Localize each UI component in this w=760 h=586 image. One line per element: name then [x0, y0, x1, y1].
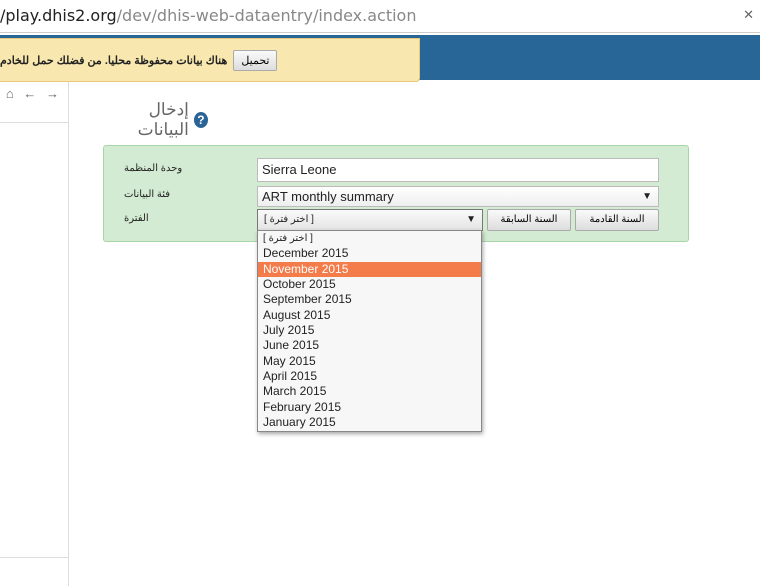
period-option[interactable]: October 2015	[258, 277, 481, 292]
period-option[interactable]: July 2015	[258, 323, 481, 338]
period-option[interactable]: August 2015	[258, 308, 481, 323]
url-path: /dev/dhis-web-dataentry/index.action	[116, 6, 417, 25]
period-option[interactable]: June 2015	[258, 338, 481, 353]
period-label: الفترة	[124, 213, 149, 224]
dataset-select[interactable]: ART monthly summary ▼	[257, 186, 659, 207]
period-value: [ اختر فترة ]	[264, 214, 314, 225]
period-option[interactable]: [ اختر فترة ]	[258, 231, 481, 246]
nav-icons[interactable]: ⌂ ← →	[6, 86, 62, 101]
next-year-button[interactable]: السنة القادمة	[575, 209, 659, 231]
divider	[0, 557, 68, 558]
period-option[interactable]: April 2015	[258, 369, 481, 384]
page-title: ? إدخال البيانات	[104, 100, 208, 140]
close-icon[interactable]: ✕	[743, 0, 754, 32]
divider	[0, 122, 68, 123]
prev-year-button[interactable]: السنة السابقة	[487, 209, 571, 231]
period-option[interactable]: March 2015	[258, 384, 481, 399]
url-host: /play.dhis2.org	[0, 6, 117, 25]
offline-banner: تحميل هناك بيانات محفوظة محليا. من فضلك …	[0, 38, 420, 82]
upload-button[interactable]: تحميل	[233, 49, 278, 71]
period-select[interactable]: [ اختر فترة ] ▼	[257, 209, 483, 231]
period-option[interactable]: November 2015	[258, 261, 481, 278]
org-unit-input[interactable]: Sierra Leone	[257, 158, 659, 182]
banner-message: هناك بيانات محفوظة محليا. من فضلك حمل لل…	[0, 54, 228, 67]
period-dropdown-list[interactable]: [ اختر فترة ] December 2015 November 2015 O…	[257, 230, 482, 432]
org-unit-label: وحدة المنظمة	[124, 163, 183, 174]
period-option[interactable]: September 2015	[258, 292, 481, 307]
period-option[interactable]: February 2015	[258, 400, 481, 415]
help-icon[interactable]: ?	[193, 112, 208, 128]
dataset-value: ART monthly summary	[262, 189, 394, 204]
period-option[interactable]: January 2015	[258, 415, 481, 430]
page-title-text: إدخال البيانات	[137, 100, 189, 139]
chevron-down-icon: ▼	[466, 214, 476, 225]
sidebar: ⌂ ← →	[0, 82, 69, 586]
dataset-label: فئة البيانات	[124, 189, 171, 200]
selection-form: وحدة المنظمة Sierra Leone فئة البيانات A…	[103, 145, 689, 242]
chevron-down-icon: ▼	[642, 191, 652, 202]
period-option[interactable]: May 2015	[258, 354, 481, 369]
address-bar[interactable]: /play.dhis2.org/dev/dhis-web-dataentry/i…	[0, 0, 760, 33]
period-option[interactable]: December 2015	[258, 246, 481, 261]
